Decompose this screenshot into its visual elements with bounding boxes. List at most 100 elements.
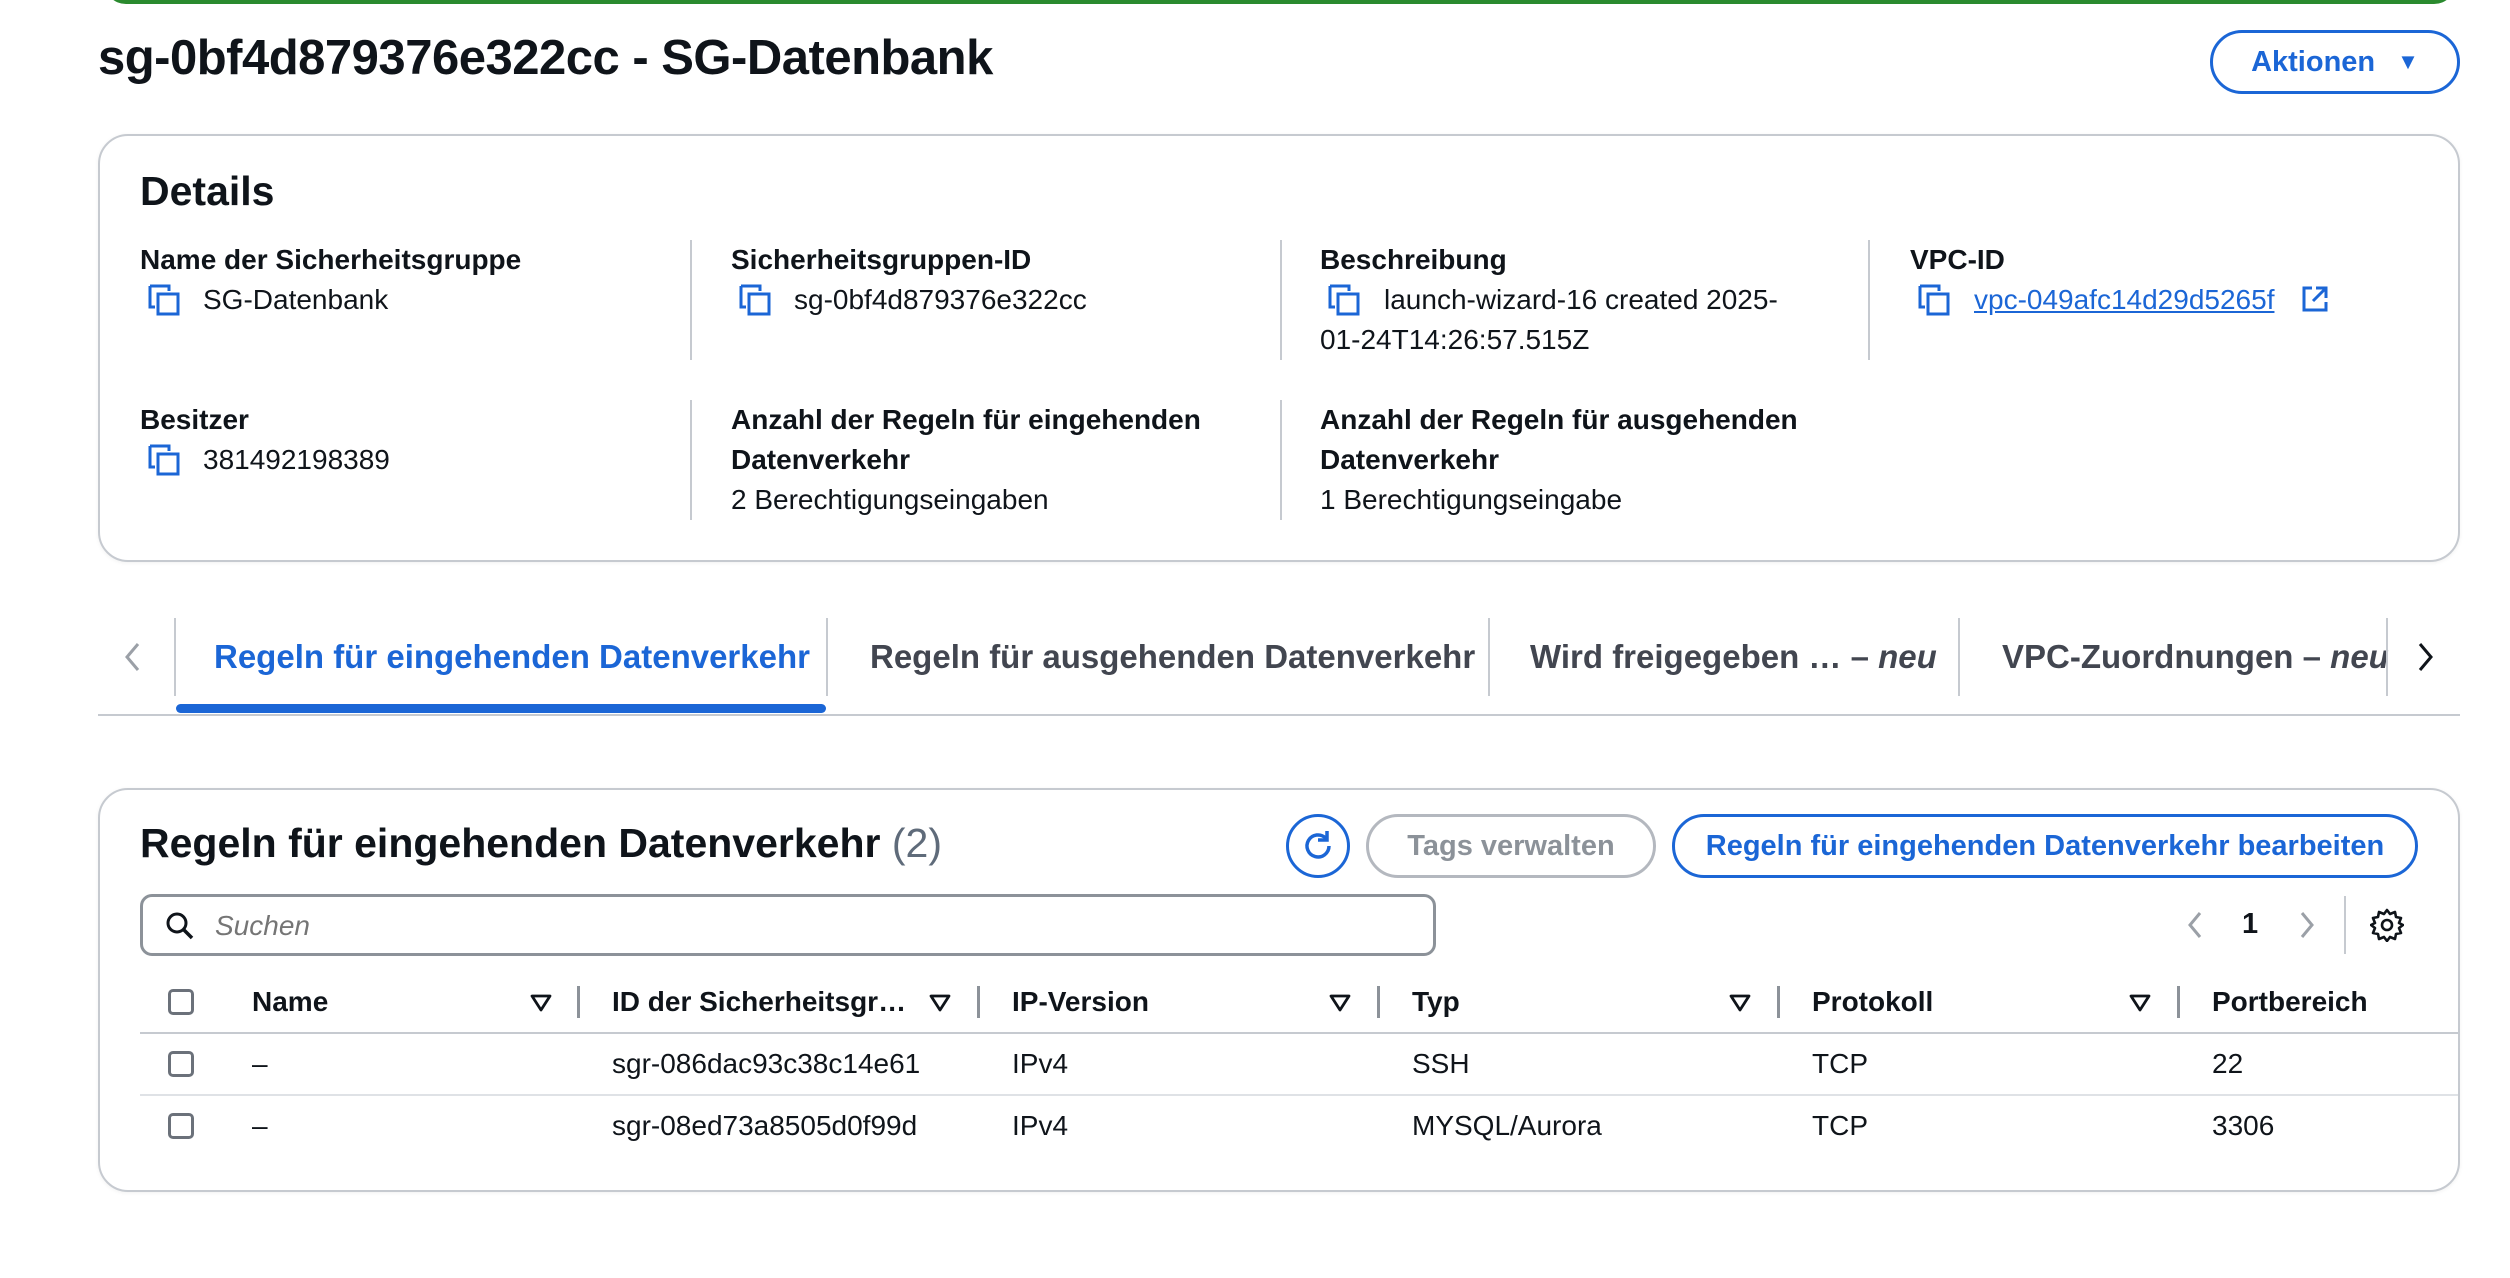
cell-type: SSH bbox=[1412, 1048, 1470, 1079]
sort-caret-icon[interactable] bbox=[530, 994, 552, 1012]
tab-outbound-rules[interactable]: Regeln für ausgehenden Datenverkehr bbox=[870, 638, 1475, 676]
name-label: Name der Sicherheitsgruppe bbox=[140, 244, 522, 275]
tab-sharing-label: Wird freigegeben … – bbox=[1530, 638, 1879, 675]
copy-icon[interactable] bbox=[738, 283, 772, 317]
row-checkbox[interactable] bbox=[168, 1113, 194, 1139]
rules-panel-title: Regeln für eingehenden Datenverkehr (2) bbox=[140, 820, 942, 867]
description-value-line2: 01-24T14:26:57.515Z bbox=[1320, 324, 1590, 355]
outbound-count-label-line2: Datenverkehr bbox=[1320, 444, 1499, 475]
sg-id-label: Sicherheitsgruppen-ID bbox=[731, 244, 1032, 275]
tab-inbound-rules-label: Regeln für eingehenden Datenverkehr bbox=[214, 638, 810, 675]
tab-vpc-associations-label: VPC-Zuordnungen – bbox=[2002, 638, 2331, 675]
tab-divider bbox=[1958, 618, 1960, 696]
search-field[interactable] bbox=[140, 894, 1436, 956]
row-checkbox[interactable] bbox=[168, 1051, 194, 1077]
edit-inbound-rules-button[interactable]: Regeln für eingehenden Datenverkehr bear… bbox=[1672, 814, 2418, 878]
copy-icon[interactable] bbox=[147, 283, 181, 317]
copy-icon[interactable] bbox=[1327, 283, 1361, 317]
sort-caret-icon[interactable] bbox=[2129, 994, 2151, 1012]
tab-vpc-associations-new-badge: neu bbox=[2330, 638, 2389, 675]
rules-panel-title-text: Regeln für eingehenden Datenverkehr bbox=[140, 820, 881, 866]
outbound-count-label: Anzahl der Regeln für ausgehenden Datenv… bbox=[1320, 400, 1798, 480]
cell-port-range: 22 bbox=[2212, 1048, 2244, 1079]
external-link-icon[interactable] bbox=[2300, 284, 2330, 314]
tab-sharing[interactable]: Wird freigegeben … – neu bbox=[1530, 638, 1937, 676]
chevron-right-icon[interactable] bbox=[2412, 640, 2438, 674]
inbound-count-value: 2 Berechtigungseingaben bbox=[731, 484, 1049, 515]
tab-divider bbox=[826, 618, 828, 696]
inbound-count-label-line2: Datenverkehr bbox=[731, 444, 910, 475]
refresh-button[interactable] bbox=[1286, 814, 1350, 878]
actions-button[interactable]: Aktionen ▼ bbox=[2210, 30, 2460, 94]
page-number[interactable]: 1 bbox=[2242, 908, 2258, 941]
manage-tags-label: Tags verwalten bbox=[1407, 829, 1615, 862]
cell-ip-version: IPv4 bbox=[1012, 1110, 1069, 1141]
vpc-id-link[interactable]: vpc-049afc14d29d5265f bbox=[1974, 280, 2274, 320]
cell-rule-id: sgr-086dac93c38c14e61 bbox=[612, 1048, 921, 1079]
sort-caret-icon[interactable] bbox=[1329, 994, 1351, 1012]
column-header-ip-version[interactable]: IP-Version bbox=[1012, 986, 1149, 1018]
column-header-name[interactable]: Name bbox=[252, 986, 328, 1018]
cell-rule-id: sgr-08ed73a8505d0f99d bbox=[612, 1110, 918, 1141]
column-header-port-range[interactable]: Portbereich bbox=[2212, 986, 2368, 1018]
cell-port-range: 3306 bbox=[2212, 1110, 2275, 1141]
refresh-icon bbox=[1305, 831, 1331, 859]
copy-icon[interactable] bbox=[1917, 283, 1951, 317]
cell-ip-version: IPv4 bbox=[1012, 1048, 1069, 1079]
chevron-left-icon[interactable] bbox=[120, 640, 146, 674]
cell-type: MYSQL/Aurora bbox=[1412, 1110, 1602, 1141]
details-card bbox=[98, 134, 2460, 562]
cell-protocol: TCP bbox=[1812, 1110, 1868, 1141]
settings-gear-icon[interactable] bbox=[2370, 908, 2404, 942]
manage-tags-button[interactable]: Tags verwalten bbox=[1366, 814, 1656, 878]
divider bbox=[1868, 240, 1870, 360]
success-banner-edge bbox=[104, 0, 2456, 4]
tab-inbound-rules[interactable]: Regeln für eingehenden Datenverkehr bbox=[214, 638, 810, 676]
rules-count: (2) bbox=[891, 820, 942, 866]
tabs-baseline bbox=[98, 714, 2460, 716]
active-tab-indicator bbox=[176, 704, 826, 713]
vpc-id-label: VPC-ID bbox=[1910, 244, 2005, 275]
column-header-type[interactable]: Typ bbox=[1412, 986, 1460, 1018]
tab-outbound-rules-label: Regeln für ausgehenden Datenverkehr bbox=[870, 638, 1476, 675]
row-divider bbox=[140, 1094, 2458, 1096]
inbound-count-label-line1: Anzahl der Regeln für eingehenden bbox=[731, 404, 1201, 435]
divider bbox=[690, 240, 692, 360]
column-resizer[interactable] bbox=[577, 986, 580, 1018]
divider bbox=[1280, 400, 1282, 520]
tab-divider bbox=[1488, 618, 1490, 696]
outbound-count-value: 1 Berechtigungseingabe bbox=[1320, 484, 1623, 515]
sort-caret-icon[interactable] bbox=[929, 994, 951, 1012]
column-resizer[interactable] bbox=[1777, 986, 1780, 1018]
column-resizer[interactable] bbox=[1377, 986, 1380, 1018]
caret-down-icon: ▼ bbox=[2397, 49, 2419, 74]
actions-button-label: Aktionen bbox=[2251, 45, 2376, 78]
tab-divider bbox=[2386, 618, 2388, 696]
cell-protocol: TCP bbox=[1812, 1048, 1868, 1079]
tab-sharing-new-badge: neu bbox=[1878, 638, 1937, 675]
copy-icon[interactable] bbox=[147, 443, 181, 477]
cell-name: – bbox=[252, 1048, 268, 1079]
sort-caret-icon[interactable] bbox=[1729, 994, 1751, 1012]
chevron-left-icon[interactable] bbox=[2184, 910, 2206, 940]
header-divider bbox=[140, 1032, 2458, 1034]
owner-value: 381492198389 bbox=[203, 444, 390, 475]
edit-inbound-rules-label: Regeln für eingehenden Datenverkehr bear… bbox=[1705, 829, 2385, 862]
chevron-right-icon[interactable] bbox=[2296, 910, 2318, 940]
divider bbox=[2344, 896, 2346, 954]
details-heading: Details bbox=[140, 168, 275, 214]
name-value: SG-Datenbank bbox=[203, 284, 389, 315]
column-resizer[interactable] bbox=[977, 986, 980, 1018]
tab-divider bbox=[174, 618, 176, 696]
divider bbox=[690, 400, 692, 520]
sg-id-value: sg-0bf4d879376e322cc bbox=[794, 284, 1087, 315]
column-header-protocol[interactable]: Protokoll bbox=[1812, 986, 1933, 1018]
search-icon bbox=[166, 912, 194, 940]
column-header-rule-id[interactable]: ID der Sicherheitsgr… bbox=[612, 986, 906, 1018]
tab-vpc-associations[interactable]: VPC-Zuordnungen – neu bbox=[2002, 638, 2389, 676]
select-all-checkbox[interactable] bbox=[168, 989, 194, 1015]
description-label: Beschreibung bbox=[1320, 244, 1507, 275]
cell-name: – bbox=[252, 1110, 268, 1141]
column-resizer[interactable] bbox=[2177, 986, 2180, 1018]
search-input[interactable] bbox=[213, 905, 1417, 947]
